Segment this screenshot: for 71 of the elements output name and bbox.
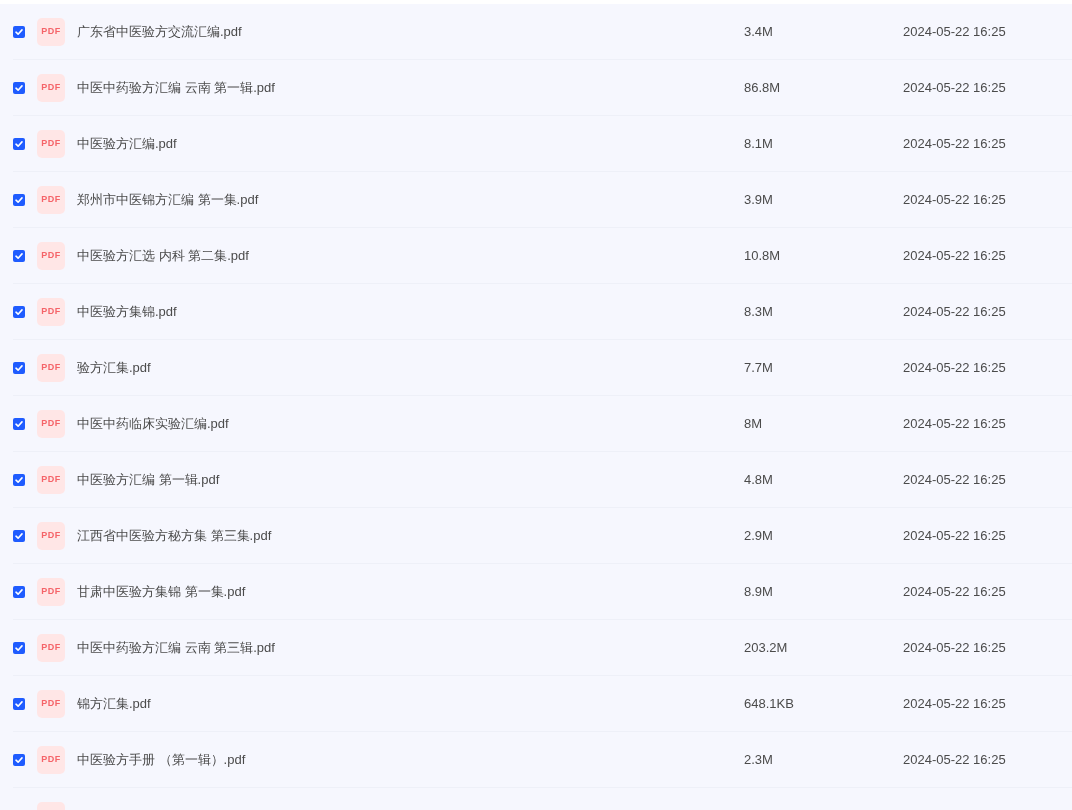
file-name[interactable]: 中医验方手册 （第一辑）.pdf	[77, 749, 744, 770]
file-size: 10.8M	[744, 246, 782, 265]
pdf-file-icon: PDF	[37, 353, 65, 382]
checkbox[interactable]	[13, 305, 25, 318]
pdf-file-icon: PDF	[37, 633, 65, 662]
file-date: 2024-05-22 16:25	[903, 750, 1006, 769]
file-date: 2024-05-22 16:25	[903, 302, 1006, 321]
checkbox[interactable]	[13, 585, 25, 598]
file-icon	[37, 802, 65, 810]
file-size: 203.2M	[744, 638, 789, 657]
file-date: 2024-05-22 16:25	[903, 470, 1006, 489]
file-name[interactable]: 广东省中医验方交流汇编.pdf	[77, 21, 744, 42]
file-date: 2024-05-22 16:25	[903, 414, 1006, 433]
file-name[interactable]: 江西省中医验方秘方集 第三集.pdf	[77, 525, 744, 546]
file-name[interactable]: 中医验方集锦.pdf	[77, 301, 744, 322]
pdf-file-icon: PDF	[37, 409, 65, 438]
checkbox[interactable]	[13, 361, 25, 374]
checkbox[interactable]	[13, 25, 25, 38]
file-name[interactable]: 中医验方汇编 第一辑.pdf	[77, 469, 744, 490]
checkbox[interactable]	[13, 753, 25, 766]
file-size: 2.3M	[744, 750, 774, 769]
file-size: 8.9M	[744, 582, 774, 601]
file-size: 3.9M	[744, 190, 774, 209]
pdf-file-icon: PDF	[37, 73, 65, 102]
file-date: 2024-05-22 16:25	[903, 22, 1006, 41]
pdf-file-icon: PDF	[37, 689, 65, 718]
file-date: 2024-05-22 16:25	[903, 78, 1006, 97]
file-size: 3.4M	[744, 22, 774, 41]
pdf-file-icon: PDF	[37, 241, 65, 270]
checkbox[interactable]	[13, 137, 25, 150]
checkbox[interactable]	[13, 81, 25, 94]
file-size: 8.1M	[744, 134, 774, 153]
checkbox[interactable]	[13, 529, 25, 542]
file-name[interactable]: 中医验方汇选 内科 第二集.pdf	[77, 245, 744, 266]
file-name[interactable]: 验方汇集.pdf	[77, 357, 744, 378]
pdf-file-icon: PDF	[37, 577, 65, 606]
pdf-file-icon: PDF	[37, 521, 65, 550]
file-date: 2024-05-22 16:25	[903, 694, 1006, 713]
file-name[interactable]: 中医中药临床实验汇编.pdf	[77, 413, 744, 434]
pdf-file-icon: PDF	[37, 745, 65, 774]
file-date: 2024-05-22 16:25	[903, 190, 1006, 209]
file-name[interactable]: 中医中药验方汇编 云南 第一辑.pdf	[77, 77, 744, 98]
checkbox[interactable]	[13, 193, 25, 206]
file-date: 2024-05-22 16:25	[903, 358, 1006, 377]
file-size: 648.1KB	[744, 694, 795, 713]
file-date: 2024-05-22 16:25	[903, 246, 1006, 265]
checkbox[interactable]	[13, 473, 25, 486]
file-size: 86.8M	[744, 78, 782, 97]
checkbox[interactable]	[13, 697, 25, 710]
file-name[interactable]: 中医中药验方汇编 云南 第三辑.pdf	[77, 637, 744, 658]
file-date: 2024-05-22 16:25	[903, 638, 1006, 657]
checkbox[interactable]	[13, 249, 25, 262]
pdf-file-icon: PDF	[37, 297, 65, 326]
checkbox[interactable]	[13, 641, 25, 654]
file-size: 2.9M	[744, 526, 774, 545]
file-name[interactable]: 甘肃中医验方集锦 第一集.pdf	[77, 581, 744, 602]
file-name[interactable]: 中医验方汇编.pdf	[77, 133, 744, 154]
pdf-file-icon: PDF	[37, 185, 65, 214]
file-name[interactable]: 郑州市中医锦方汇编 第一集.pdf	[77, 189, 744, 210]
file-size: 7.7M	[744, 358, 774, 377]
file-date: 2024-05-22 16:25	[903, 582, 1006, 601]
file-size: 4.8M	[744, 470, 774, 489]
file-date: 2024-05-22 16:25	[903, 134, 1006, 153]
file-date: 2024-05-22 16:25	[903, 526, 1006, 545]
checkbox[interactable]	[13, 417, 25, 430]
file-name[interactable]: 锦方汇集.pdf	[77, 693, 744, 714]
pdf-file-icon: PDF	[37, 129, 65, 158]
file-size: 8M	[744, 414, 764, 433]
file-size: 8.3M	[744, 302, 774, 321]
pdf-file-icon: PDF	[37, 17, 65, 46]
pdf-file-icon: PDF	[37, 465, 65, 494]
